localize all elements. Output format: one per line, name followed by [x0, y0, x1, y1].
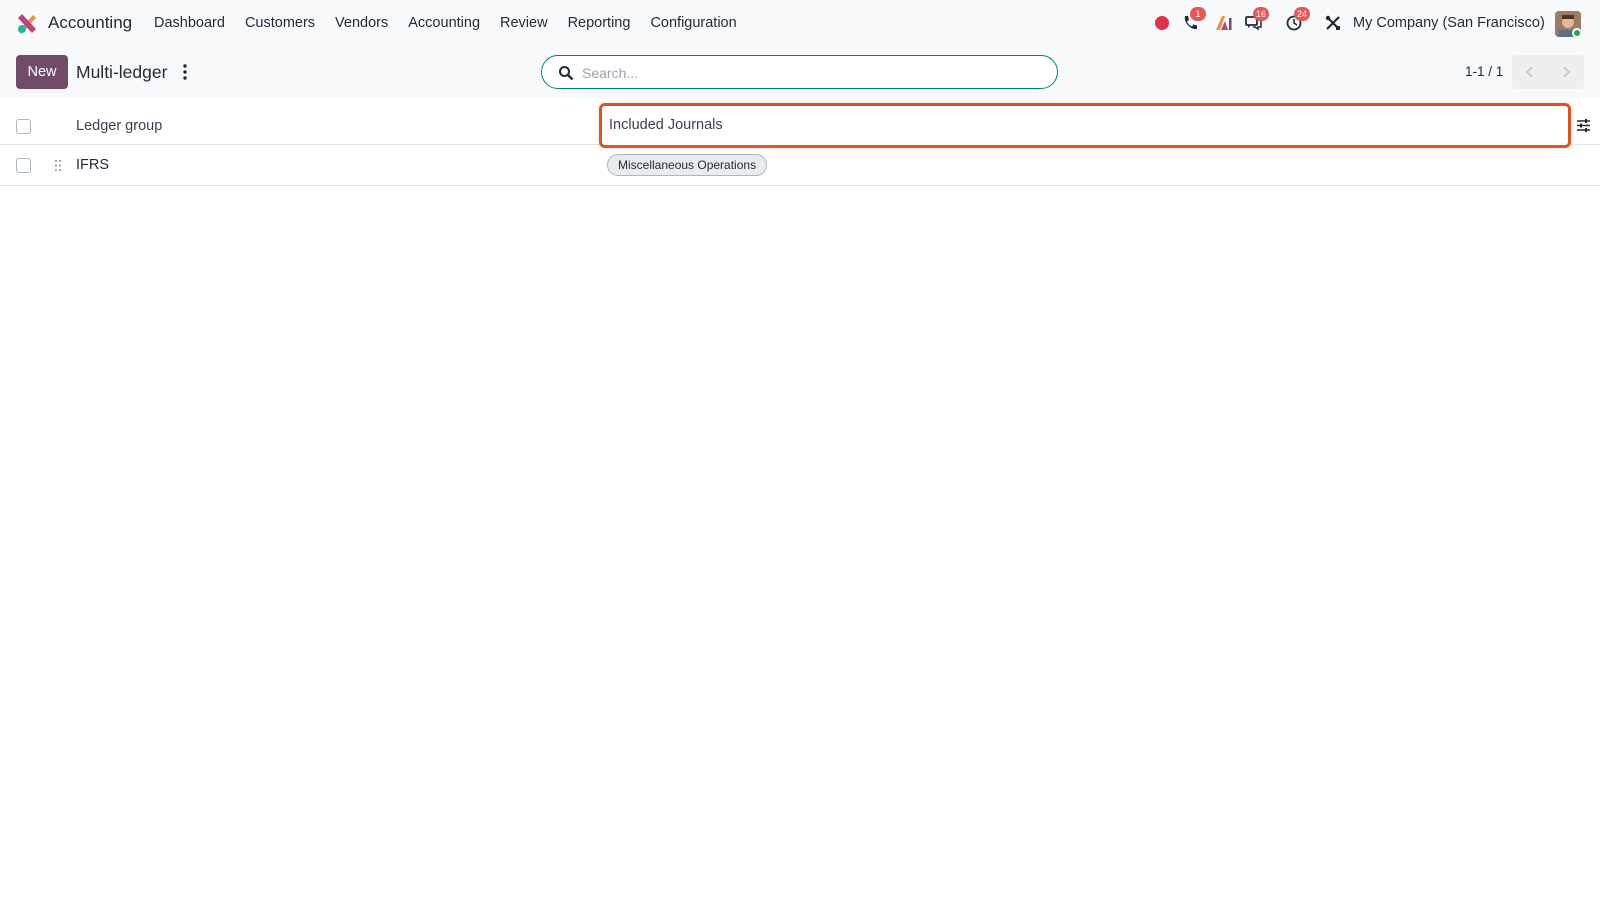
- actions-menu-icon[interactable]: [180, 63, 190, 81]
- menu-item-dashboard[interactable]: Dashboard: [144, 0, 235, 46]
- drag-handle-icon[interactable]: [54, 159, 62, 172]
- pager-previous-button[interactable]: [1512, 55, 1548, 89]
- phone-icon[interactable]: 1: [1180, 7, 1206, 33]
- table-row[interactable]: IFRS Miscellaneous Operations: [0, 146, 1600, 186]
- column-header-ledger-group[interactable]: Ledger group: [76, 118, 162, 134]
- row-checkbox[interactable]: [16, 158, 31, 173]
- ai-icon[interactable]: [1214, 13, 1234, 33]
- ledger-group-cell[interactable]: IFRS: [76, 157, 109, 173]
- activities-badge: 24: [1294, 7, 1311, 21]
- record-dot-icon[interactable]: [1152, 13, 1172, 33]
- phone-badge: 1: [1190, 7, 1206, 21]
- company-switcher[interactable]: My Company (San Francisco): [1353, 15, 1545, 31]
- select-all-checkbox[interactable]: [16, 119, 31, 134]
- menu-item-customers[interactable]: Customers: [235, 0, 325, 46]
- chevron-left-icon: [1525, 66, 1533, 78]
- tools-icon[interactable]: [1323, 13, 1343, 33]
- messages-icon[interactable]: 16: [1243, 7, 1270, 33]
- user-avatar[interactable]: [1555, 11, 1581, 37]
- menu-item-vendors[interactable]: Vendors: [325, 0, 398, 46]
- search-bar: [541, 55, 1058, 89]
- journal-tag[interactable]: Miscellaneous Operations: [607, 154, 768, 176]
- top-navbar: Accounting Dashboard Customers Vendors A…: [0, 0, 1600, 46]
- control-panel: New Multi-ledger 1-1 / 1: [0, 46, 1600, 98]
- column-header-included-journals[interactable]: Included Journals: [599, 103, 1571, 148]
- optional-columns-icon[interactable]: [1576, 118, 1591, 133]
- menu-item-review[interactable]: Review: [490, 0, 558, 46]
- messages-badge: 16: [1253, 7, 1270, 21]
- chevron-right-icon: [1563, 66, 1571, 78]
- clock-icon[interactable]: 24: [1284, 7, 1311, 33]
- menu-item-configuration[interactable]: Configuration: [640, 0, 746, 46]
- menu-item-accounting[interactable]: Accounting: [398, 0, 490, 46]
- breadcrumb: Multi-ledger: [76, 62, 168, 82]
- new-button[interactable]: New: [16, 55, 68, 89]
- search-icon: [559, 66, 574, 81]
- pager-next-button[interactable]: [1548, 55, 1584, 89]
- pager-buttons: [1512, 55, 1584, 89]
- app-name[interactable]: Accounting: [48, 13, 132, 33]
- search-input[interactable]: [582, 62, 1042, 84]
- main-menu: Dashboard Customers Vendors Accounting R…: [144, 0, 747, 46]
- accounting-app-icon[interactable]: [16, 12, 38, 34]
- pager-value[interactable]: 1-1 / 1: [1465, 64, 1503, 79]
- online-status-dot: [1572, 28, 1581, 37]
- column-header-label: Included Journals: [609, 117, 723, 133]
- menu-item-reporting[interactable]: Reporting: [558, 0, 641, 46]
